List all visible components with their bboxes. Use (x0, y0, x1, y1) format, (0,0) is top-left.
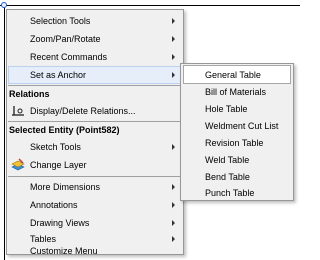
submenu-item-label: Hole Table (205, 104, 248, 114)
menu-item-label: More Dimensions (30, 182, 101, 192)
menu-item-label: Set as Anchor (30, 70, 87, 80)
menu-item-label: Selection Tools (30, 16, 91, 26)
layer-icon (11, 158, 25, 172)
menu-item-label: Sketch Tools (30, 142, 81, 152)
submenu-item-punch-table[interactable]: Punch Table (183, 183, 291, 202)
submenu-item-label: Weldment Cut List (205, 121, 279, 131)
menu-item-set-as-anchor[interactable]: Set as Anchor (8, 66, 182, 84)
menu-item-recent-commands[interactable]: Recent Commands (8, 48, 182, 66)
menu-item-label: Drawing Views (30, 218, 90, 228)
chevron-right-icon (172, 184, 175, 190)
chevron-right-icon (172, 18, 175, 24)
chevron-right-icon (172, 202, 175, 208)
chevron-right-icon (172, 236, 175, 242)
chevron-right-icon (172, 220, 175, 226)
menu-item-zoom-pan-rotate[interactable]: Zoom/Pan/Rotate (8, 30, 182, 48)
menu-item-label: Tables (30, 234, 57, 244)
menu-item-label: Recent Commands (30, 52, 108, 62)
menu-item-more-dimensions[interactable]: More Dimensions (8, 178, 182, 196)
submenu-item-label: Bill of Materials (205, 87, 267, 97)
sketch-line-horizontal (0, 5, 300, 6)
submenu-item-label: Punch Table (205, 188, 255, 198)
menu-item-label: Customize Menu (30, 246, 98, 256)
menu-item-sketch-tools[interactable]: Sketch Tools (8, 138, 182, 156)
context-menu: Selection Tools Zoom/Pan/Rotate Recent C… (6, 9, 184, 256)
menu-item-change-layer[interactable]: Change Layer (8, 156, 182, 174)
relations-icon (11, 104, 25, 118)
sketch-point-handle[interactable] (1, 2, 7, 8)
section-header-selected-entity: Selected Entity (Point582) (8, 122, 182, 138)
submenu-item-label: Revision Table (205, 138, 264, 148)
menu-item-label: Change Layer (30, 160, 87, 170)
menu-item-selection-tools[interactable]: Selection Tools (8, 12, 182, 30)
chevron-right-icon (172, 144, 175, 150)
menu-item-label: Display/Delete Relations... (30, 106, 136, 116)
menu-separator (8, 176, 182, 177)
menu-item-customize-menu[interactable]: Customize Menu (8, 246, 182, 256)
submenu-item-label: Weld Table (205, 155, 250, 165)
section-title: Selected Entity (Point582) (9, 125, 120, 135)
chevron-right-icon (172, 36, 175, 42)
submenu-item-label: General Table (205, 70, 261, 80)
menu-item-label: Zoom/Pan/Rotate (30, 34, 101, 44)
set-as-anchor-submenu: General Table Bill of Materials Hole Tab… (180, 63, 294, 201)
section-title: Relations (9, 89, 50, 99)
menu-item-label: Annotations (30, 200, 78, 210)
sketch-line-vertical (4, 5, 5, 260)
submenu-item-label: Bend Table (205, 172, 250, 182)
menu-item-annotations[interactable]: Annotations (8, 196, 182, 214)
menu-item-display-delete-relations[interactable]: Display/Delete Relations... (8, 102, 182, 120)
chevron-right-icon (172, 72, 175, 78)
chevron-right-icon (172, 54, 175, 60)
section-header-relations: Relations (8, 86, 182, 102)
